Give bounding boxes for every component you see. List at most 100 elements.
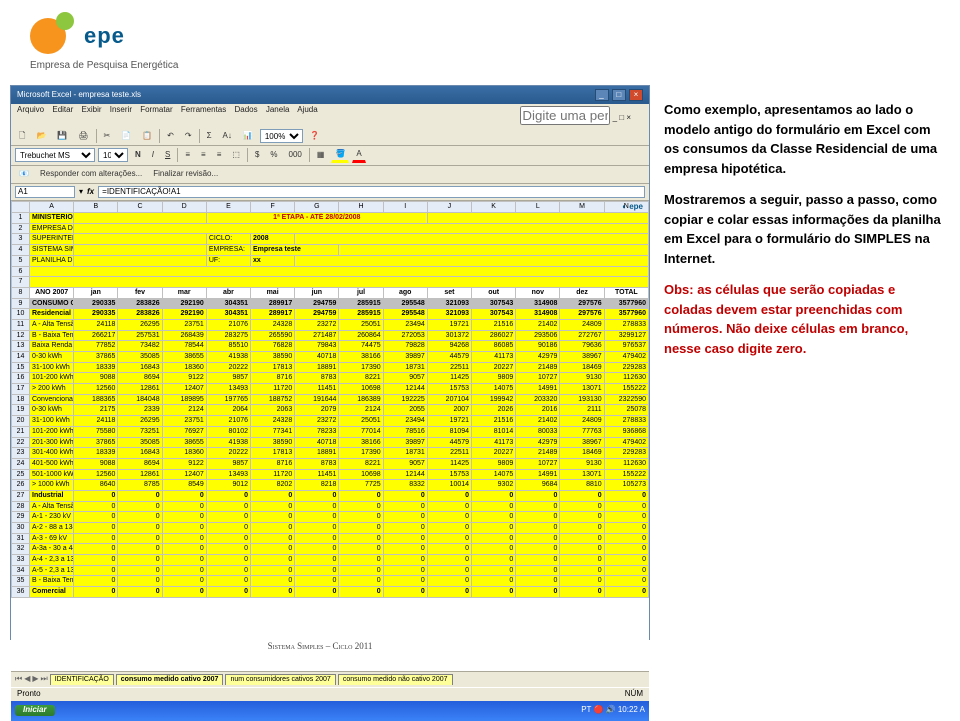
cell[interactable]: 0 (118, 523, 162, 534)
cell[interactable]: 8640 (74, 480, 118, 491)
cell[interactable]: 24809 (560, 416, 604, 427)
cell[interactable]: 0 (560, 501, 604, 512)
cell[interactable]: 25051 (339, 319, 383, 330)
mdi-close[interactable]: _ □ × (613, 113, 631, 122)
cell[interactable]: 0 (516, 587, 560, 598)
cell[interactable]: 0 (383, 501, 427, 512)
cell[interactable]: 3299127 (604, 330, 648, 341)
cell[interactable]: 0 (206, 512, 250, 523)
cell[interactable]: 0 (251, 587, 295, 598)
cell[interactable]: 8694 (118, 458, 162, 469)
menu-dados[interactable]: Dados (235, 105, 258, 114)
cell[interactable]: 9857 (206, 373, 250, 384)
cell[interactable]: 0 (516, 512, 560, 523)
cell[interactable]: 76927 (162, 426, 206, 437)
cell[interactable]: 10014 (427, 480, 471, 491)
cell[interactable]: 0 (560, 490, 604, 501)
cell[interactable]: 37865 (74, 437, 118, 448)
cell[interactable]: 285915 (339, 298, 383, 309)
tab-nav-last[interactable]: ⏭ (41, 675, 48, 684)
menu-ajuda[interactable]: Ajuda (297, 105, 317, 114)
cell[interactable]: 0 (339, 555, 383, 566)
cell[interactable]: 260864 (339, 330, 383, 341)
cell[interactable]: 0 (118, 490, 162, 501)
cell[interactable]: 0 (604, 523, 648, 534)
cell[interactable]: 44579 (427, 352, 471, 363)
cell[interactable]: 9857 (206, 458, 250, 469)
cell[interactable]: 9122 (162, 373, 206, 384)
cell[interactable]: 278833 (604, 319, 648, 330)
cell[interactable]: 18339 (74, 362, 118, 373)
cell[interactable]: 193130 (560, 394, 604, 405)
row-label[interactable]: 31-100 kWh (30, 362, 74, 373)
col-header[interactable]: I (383, 202, 427, 213)
cell[interactable]: 11425 (427, 458, 471, 469)
cell[interactable]: 0 (427, 490, 471, 501)
cell[interactable]: 0 (295, 565, 339, 576)
redo-icon[interactable]: ↷ (181, 130, 196, 143)
row-label[interactable]: > 1000 kWh (30, 480, 74, 491)
cell[interactable]: 11451 (295, 384, 339, 395)
cell[interactable]: 90186 (516, 341, 560, 352)
cell[interactable]: 0 (427, 533, 471, 544)
cell[interactable]: 38967 (560, 352, 604, 363)
cell[interactable]: 8549 (162, 480, 206, 491)
cell[interactable]: 0 (383, 490, 427, 501)
cell[interactable]: 294759 (295, 298, 339, 309)
cell[interactable]: 0 (604, 533, 648, 544)
menu-editar[interactable]: Editar (52, 105, 73, 114)
cell[interactable]: 0 (118, 533, 162, 544)
cell[interactable]: 285915 (339, 309, 383, 320)
cell[interactable]: 8783 (295, 458, 339, 469)
row-label[interactable]: B - Baixa Tensão (30, 576, 74, 587)
cell[interactable]: 17813 (251, 362, 295, 373)
cell[interactable]: 9809 (472, 458, 516, 469)
copy-icon[interactable]: 📄 (117, 130, 135, 143)
cell[interactable]: 283826 (118, 298, 162, 309)
cell[interactable]: 2111 (560, 405, 604, 416)
comma-icon[interactable]: 000 (285, 149, 306, 162)
cell[interactable]: 23494 (383, 319, 427, 330)
cell[interactable]: 0 (295, 587, 339, 598)
cell[interactable]: 18731 (383, 448, 427, 459)
cell[interactable]: 112630 (604, 458, 648, 469)
cell[interactable]: 229283 (604, 362, 648, 373)
cell[interactable]: 8221 (339, 458, 383, 469)
cell[interactable]: 0 (295, 512, 339, 523)
cell[interactable]: 2124 (339, 405, 383, 416)
cell[interactable]: 0 (206, 533, 250, 544)
cell[interactable]: 0 (383, 533, 427, 544)
cell[interactable]: 314908 (516, 309, 560, 320)
cell[interactable]: 21489 (516, 362, 560, 373)
cell[interactable]: 7725 (339, 480, 383, 491)
cell[interactable]: 2055 (383, 405, 427, 416)
cell[interactable]: 0 (206, 565, 250, 576)
cell[interactable]: 20227 (472, 448, 516, 459)
cell[interactable]: 44579 (427, 437, 471, 448)
cell[interactable]: 37865 (74, 352, 118, 363)
cell[interactable]: 3577960 (604, 309, 648, 320)
cell[interactable]: 38590 (251, 352, 295, 363)
cell[interactable]: 314908 (516, 298, 560, 309)
cell[interactable]: 0 (251, 523, 295, 534)
cell[interactable]: 73251 (118, 426, 162, 437)
cell[interactable]: 80102 (206, 426, 250, 437)
font-select[interactable]: Trebuchet MS (15, 148, 95, 162)
cell[interactable]: 12407 (162, 384, 206, 395)
cell[interactable]: 18891 (295, 448, 339, 459)
cell[interactable]: 0 (206, 523, 250, 534)
cell[interactable]: 0 (472, 512, 516, 523)
cell[interactable]: 0 (383, 512, 427, 523)
cell[interactable]: 0 (472, 565, 516, 576)
cell[interactable]: 18360 (162, 362, 206, 373)
cell[interactable]: 295548 (383, 298, 427, 309)
tab-identificacao[interactable]: IDENTIFICAÇÃO (50, 674, 114, 685)
cell[interactable]: 0 (206, 501, 250, 512)
col-header[interactable]: E (206, 202, 250, 213)
font-color-icon[interactable]: A (352, 148, 365, 163)
cell[interactable]: 0 (74, 565, 118, 576)
cell[interactable]: 9809 (472, 373, 516, 384)
cell[interactable]: 0 (118, 501, 162, 512)
fontsize-select[interactable]: 10 (98, 148, 128, 162)
tab-nav-next[interactable]: ▶ (32, 675, 38, 684)
